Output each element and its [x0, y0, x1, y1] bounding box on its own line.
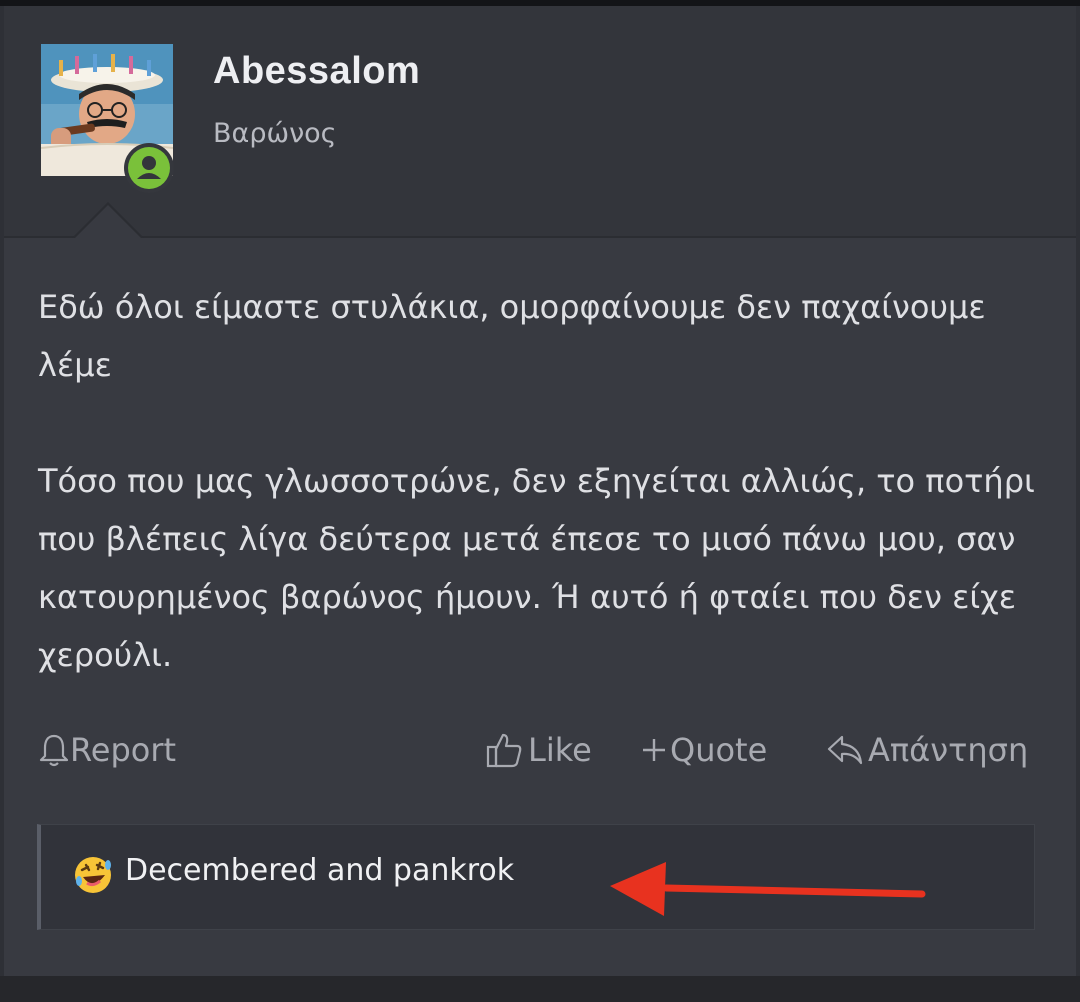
report-label: Report: [70, 731, 177, 769]
bell-icon: [39, 734, 69, 767]
rolling-laughing-emoji: [75, 857, 111, 893]
reply-label: Απάντηση: [868, 731, 1029, 769]
online-user-icon: [128, 147, 170, 189]
plus-icon: [643, 739, 665, 761]
reply-icon: [827, 735, 863, 765]
like-label: Like: [528, 731, 592, 769]
like-button[interactable]: Like: [484, 726, 592, 774]
thumbs-up-icon: [486, 733, 522, 768]
quote-button[interactable]: Quote: [640, 726, 767, 774]
reply-button[interactable]: Απάντηση: [826, 726, 1028, 774]
reaction-users[interactable]: Decembered and pankrok: [125, 853, 514, 888]
post-content: Εδώ όλοι είμαστε στυλάκια, ομορφαίνουμε …: [38, 278, 1048, 684]
quote-label: Quote: [670, 731, 768, 769]
bottom-divider: [0, 976, 1080, 1002]
post-actions: Report Like Quote Απάντηση: [36, 726, 1036, 774]
post-paragraph: Εδώ όλοι είμαστε στυλάκια, ομορφαίνουμε …: [38, 288, 986, 384]
post-author-title: Βαρώνος: [213, 118, 337, 149]
post-header: Abessalom Βαρώνος: [4, 6, 1076, 238]
online-status-badge: [124, 143, 174, 193]
annotation-arrow: [610, 862, 926, 916]
report-button[interactable]: Report: [38, 726, 176, 774]
post-paragraph: Τόσο που μας γλωσσοτρώνε, δεν εξηγείται …: [38, 462, 1035, 674]
post-author-name[interactable]: Abessalom: [213, 50, 420, 93]
